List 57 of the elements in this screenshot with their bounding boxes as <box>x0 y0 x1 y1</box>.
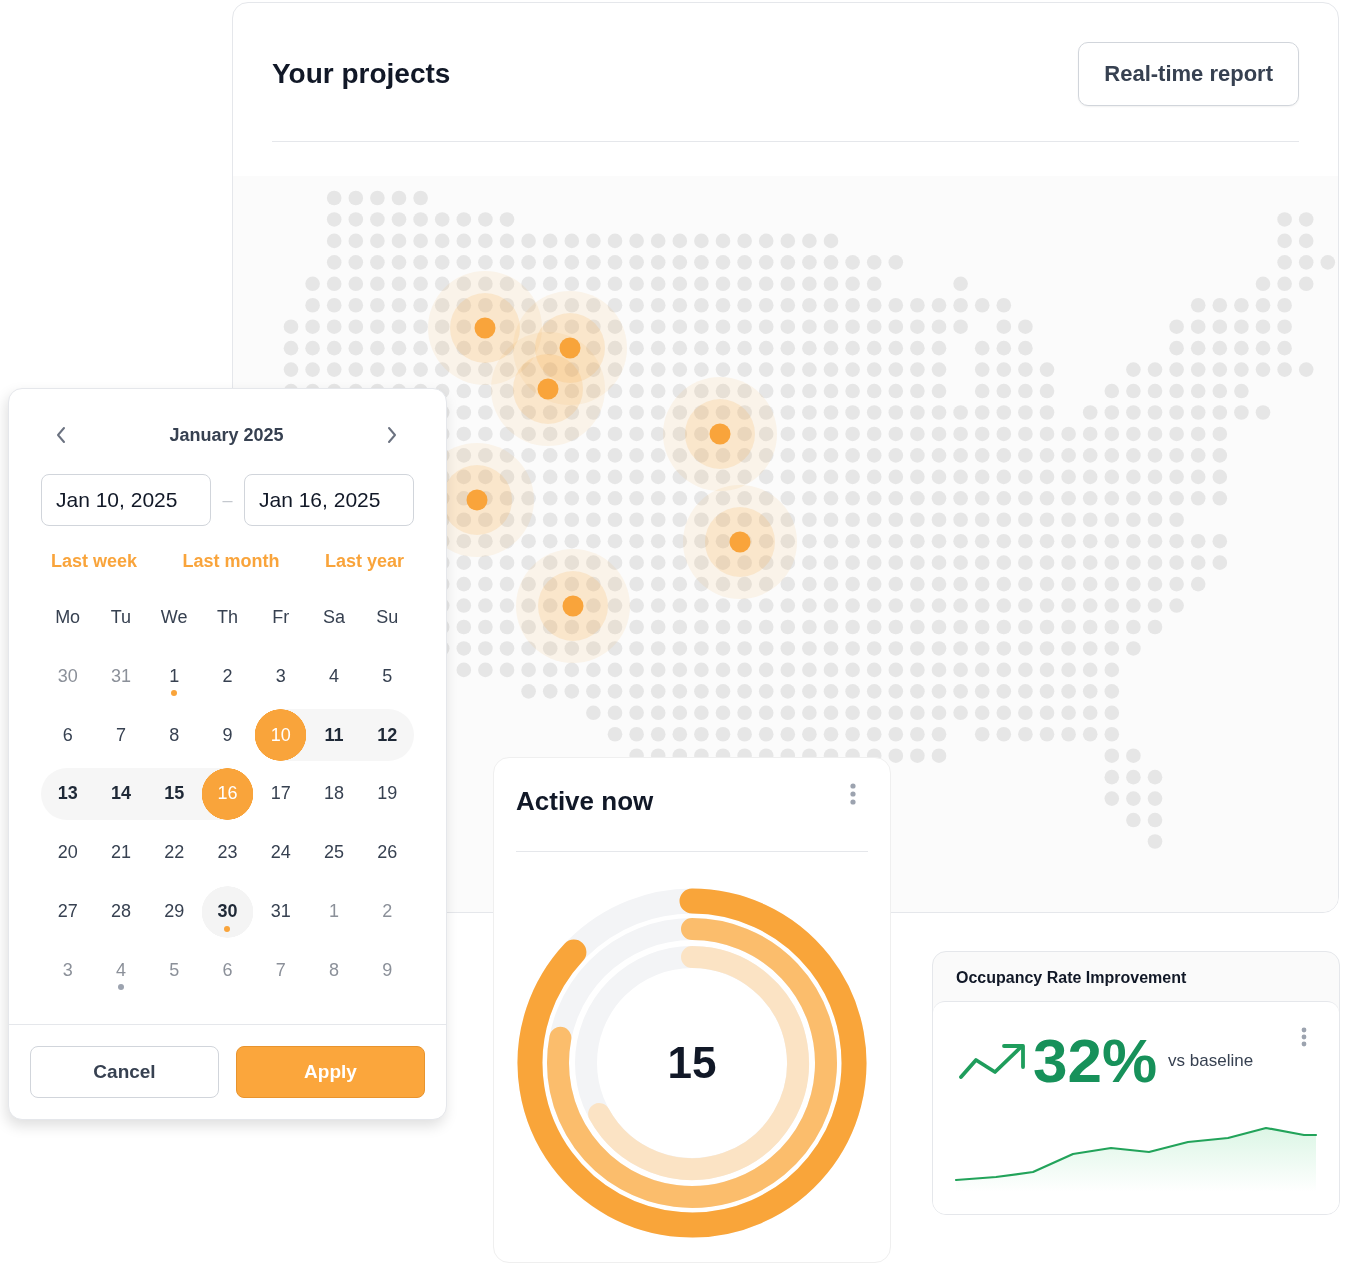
calendar-day[interactable]: 29 <box>147 885 201 938</box>
calendar-day[interactable]: 7 <box>94 709 148 762</box>
weekday-label: Th <box>217 606 238 628</box>
calendar-day[interactable]: 3 <box>254 650 308 703</box>
calendar-day[interactable]: 11 <box>307 709 361 762</box>
calendar-day[interactable]: 4 <box>307 650 361 703</box>
calendar-day[interactable]: 24 <box>254 826 308 879</box>
calendar-day[interactable]: 8 <box>147 709 201 762</box>
calendar-day[interactable]: 23 <box>200 826 255 879</box>
calendar-day[interactable]: 20 <box>41 826 95 879</box>
calendar-day[interactable]: 6 <box>41 709 95 762</box>
more-options-icon[interactable] <box>850 783 856 805</box>
calendar-day[interactable]: 19 <box>360 768 414 820</box>
weekday-label: Sa <box>323 606 346 628</box>
weekday-label: Su <box>376 606 399 628</box>
weekday-label: We <box>160 606 188 628</box>
calendar-day[interactable]: 31 <box>254 885 308 938</box>
calendar-day[interactable]: 18 <box>307 768 361 820</box>
map-pin-icon <box>516 549 630 663</box>
calendar-day[interactable]: 5 <box>360 650 414 703</box>
active-count: 15 <box>667 1041 717 1085</box>
trend-up-icon <box>958 1042 1026 1080</box>
weekday-label: Mo <box>55 606 81 628</box>
end-date-field[interactable]: Jan 16, 2025 <box>244 474 414 526</box>
card-title: Occupancy Rate Improvement <box>955 968 1188 988</box>
weekday-label: Tu <box>110 606 132 628</box>
calendar-day[interactable]: 2 <box>200 650 255 703</box>
calendar-day[interactable]: 25 <box>307 826 361 879</box>
calendar-day[interactable]: 12 <box>360 709 414 762</box>
month-title: January 2025 <box>169 424 284 446</box>
stat-value: 32% <box>1033 1030 1158 1092</box>
calendar-day[interactable]: 21 <box>94 826 148 879</box>
calendar-day[interactable]: 30 <box>200 885 255 938</box>
more-options-icon[interactable] <box>1301 1027 1307 1047</box>
chevron-right-icon[interactable] <box>387 426 397 444</box>
calendar-day[interactable]: 26 <box>360 826 414 879</box>
calendar-day[interactable]: 27 <box>41 885 95 938</box>
report-button[interactable]: Real-time report <box>1078 42 1299 106</box>
stat-caption: vs baseline <box>1168 1051 1254 1071</box>
calendar-day[interactable]: 13 <box>41 768 95 820</box>
start-date-field[interactable]: Jan 10, 2025 <box>41 474 211 526</box>
chevron-left-icon[interactable] <box>56 426 66 444</box>
cancel-button[interactable]: Cancel <box>30 1045 219 1098</box>
calendar-day[interactable]: 28 <box>94 885 148 938</box>
calendar-day[interactable]: 9 <box>200 709 255 762</box>
map-pin-icon <box>491 332 605 446</box>
calendar-day[interactable]: 1 <box>147 650 201 703</box>
card-title: Your projects <box>272 57 451 91</box>
calendar-day[interactable]: 17 <box>254 768 308 820</box>
weekday-label: Fr <box>272 606 290 628</box>
calendar-day[interactable]: 14 <box>94 768 148 820</box>
map-pin-icon <box>663 377 777 491</box>
map-pin-icon <box>683 485 797 599</box>
calendar-day[interactable]: 15 <box>147 768 201 820</box>
card-title: Active now <box>516 785 654 817</box>
range-separator: – <box>222 489 233 511</box>
calendar-day[interactable]: 22 <box>147 826 201 879</box>
